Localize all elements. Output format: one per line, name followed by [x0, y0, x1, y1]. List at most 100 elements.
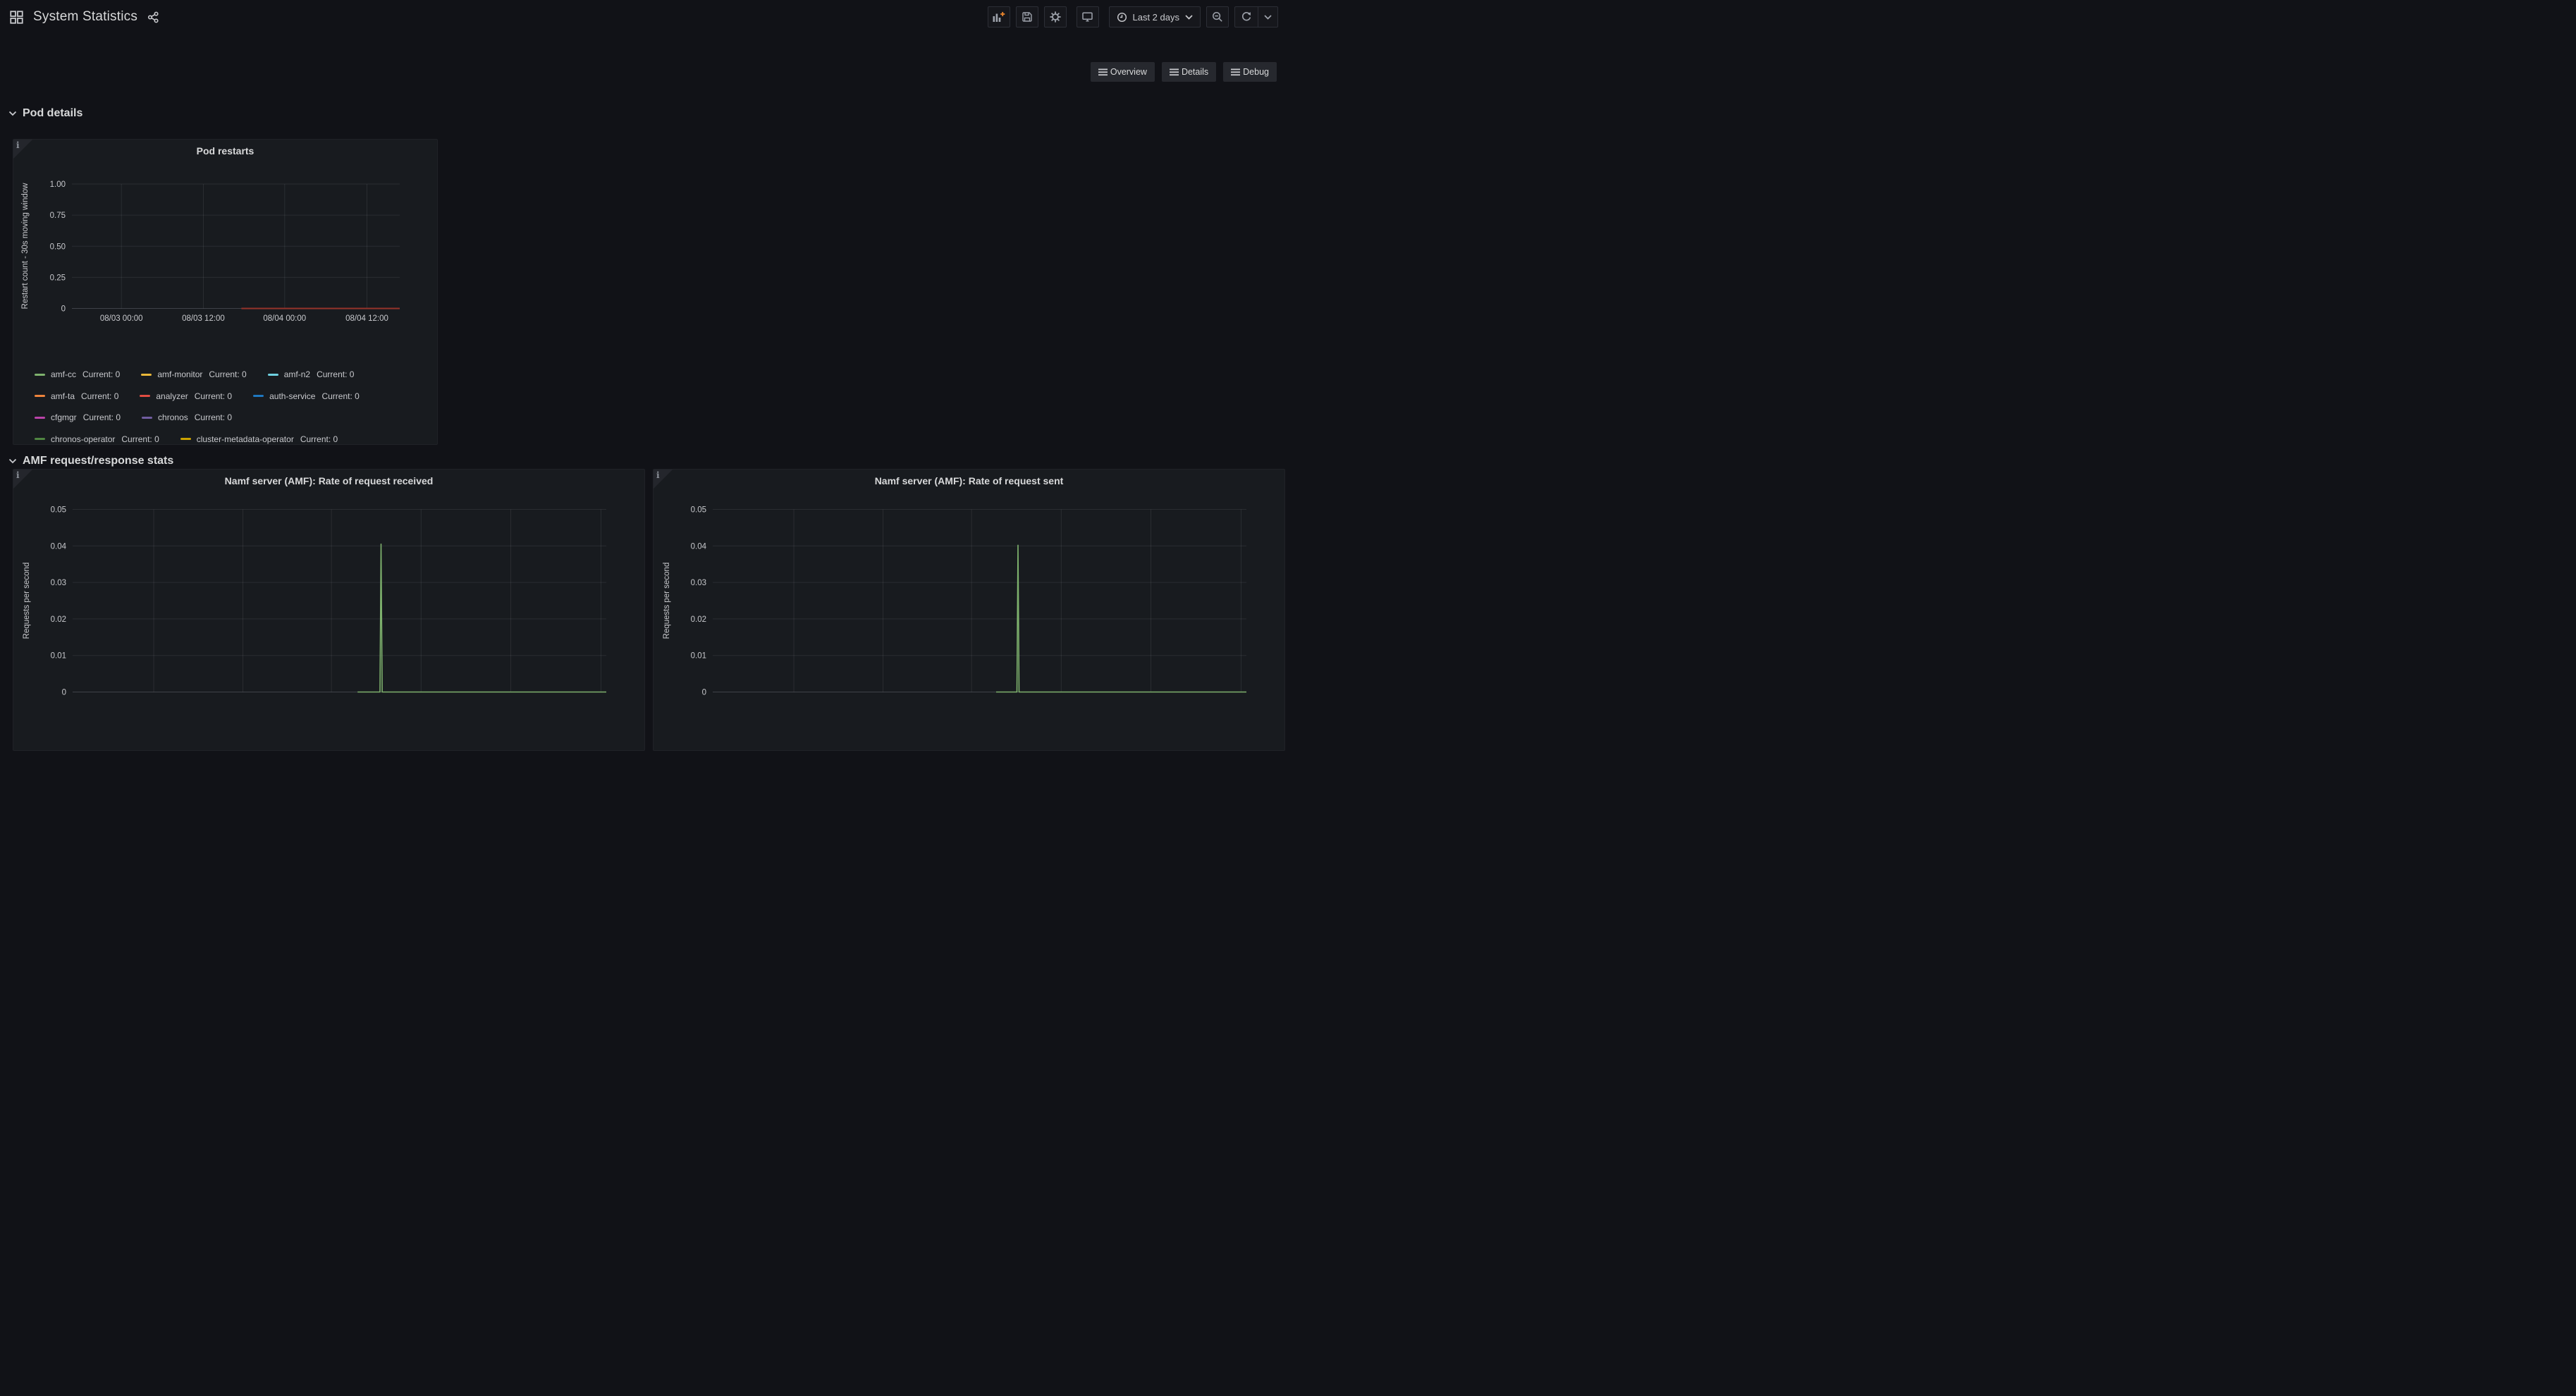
legend-item-auth-service[interactable]: auth-serviceCurrent: 0	[253, 391, 360, 401]
list-icon	[1231, 68, 1240, 76]
legend-series-name: analyzer	[156, 391, 188, 401]
legend-item-chronos[interactable]: chronos Current: 0	[142, 412, 232, 422]
apps-grid-icon[interactable]	[10, 11, 23, 24]
time-range-label: Last 2 days	[1133, 12, 1180, 23]
svg-text:0.04: 0.04	[51, 542, 67, 551]
svg-text:0.02: 0.02	[51, 616, 66, 624]
legend-item-amf-cc[interactable]: amf-cc Current: 0	[35, 369, 120, 379]
panel-pod-restarts: i Pod restarts 08/03 00:0008/03 12:0008/…	[13, 139, 438, 445]
zoom-out-button[interactable]	[1206, 6, 1229, 27]
legend-row: cfgmgrCurrent: 0 chronos Current: 0	[35, 407, 430, 429]
dashboard-settings-button[interactable]	[1044, 6, 1067, 27]
refresh-button[interactable]	[1235, 7, 1258, 27]
legend-item-cfgmgr[interactable]: cfgmgrCurrent: 0	[35, 412, 121, 422]
svg-text:0: 0	[702, 689, 706, 697]
save-dashboard-button[interactable]	[1016, 6, 1038, 27]
chevron-down-icon	[8, 111, 17, 116]
link-button-details[interactable]: Details	[1162, 62, 1216, 82]
legend-current-value: Current: 0	[300, 434, 338, 444]
section-title: AMF request/response stats	[23, 455, 173, 467]
legend-current-value: Current: 0	[209, 369, 246, 379]
legend-current-value: Current: 0	[195, 412, 232, 422]
svg-text:0.01: 0.01	[51, 652, 66, 661]
section-title: Pod details	[23, 107, 82, 120]
legend-item-cluster-metadata-operator[interactable]: cluster-metadata-operator Current: 0	[180, 434, 338, 444]
namf-received-chart[interactable]: 00.010.020.030.040.05Requests per second	[13, 470, 644, 702]
dashboard-links: Overview Details Debug	[1091, 62, 1277, 82]
svg-text:0.03: 0.03	[691, 579, 706, 587]
legend-row: amf-ccCurrent: 0amf-monitorCurrent: 0amf…	[35, 364, 430, 386]
svg-text:0.02: 0.02	[691, 616, 706, 624]
add-panel-icon	[992, 11, 1005, 23]
legend-color-dash	[142, 417, 152, 419]
page-title: System Statistics	[33, 9, 137, 25]
refresh-interval-dropdown[interactable]	[1258, 7, 1277, 27]
clock-icon	[1117, 12, 1127, 23]
save-icon	[1022, 11, 1033, 23]
legend-item-amf-monitor[interactable]: amf-monitor Current: 0	[141, 369, 246, 379]
legend-series-name: amf-cc	[51, 369, 76, 379]
legend-color-dash	[35, 438, 45, 440]
link-button-debug[interactable]: Debug	[1223, 62, 1277, 82]
legend-current-value: Current: 0	[121, 434, 159, 444]
dashboard-header: System Statistics	[0, 0, 1288, 34]
link-button-label: Details	[1182, 67, 1208, 77]
legend-series-name: amf-ta	[51, 391, 75, 401]
refresh-icon	[1241, 11, 1252, 23]
svg-text:0: 0	[62, 689, 66, 697]
svg-text:0.50: 0.50	[50, 243, 66, 251]
zoom-out-icon	[1212, 11, 1223, 23]
svg-text:0.05: 0.05	[691, 506, 706, 515]
legend-current-value: Current: 0	[82, 369, 120, 379]
legend-current-value: Current: 0	[81, 391, 118, 401]
monitor-icon	[1081, 11, 1093, 23]
svg-text:1.00: 1.00	[50, 180, 66, 189]
legend-series-name: chronos-operator	[51, 434, 115, 444]
chevron-down-icon	[1185, 15, 1193, 20]
row-header-pod-details[interactable]: Pod details	[8, 107, 82, 120]
legend-current-value: Current: 0	[195, 391, 232, 401]
pod-restarts-legend: amf-ccCurrent: 0amf-monitorCurrent: 0amf…	[35, 364, 430, 445]
legend-color-dash	[141, 374, 152, 376]
svg-text:0.75: 0.75	[50, 212, 66, 220]
header-toolbar: Last 2 days	[988, 6, 1279, 27]
header-left: System Statistics	[10, 9, 159, 25]
svg-text:Requests per second: Requests per second	[23, 563, 31, 639]
svg-text:0.04: 0.04	[691, 542, 707, 551]
legend-series-name: chronos	[158, 412, 188, 422]
legend-series-name: cluster-metadata-operator	[197, 434, 294, 444]
legend-color-dash	[35, 374, 45, 376]
list-icon	[1098, 68, 1108, 76]
legend-color-dash	[268, 374, 278, 376]
chevron-down-icon	[1264, 15, 1272, 20]
legend-item-analyzer[interactable]: analyzer Current: 0	[140, 391, 232, 401]
grafana-dashboard: { "theme": { "background": "#111217", "p…	[0, 0, 1288, 698]
cycle-view-mode-button[interactable]	[1077, 6, 1099, 27]
add-panel-button[interactable]	[988, 6, 1010, 27]
row-header-amf-stats[interactable]: AMF request/response stats	[8, 455, 173, 467]
link-button-label: Debug	[1243, 67, 1269, 77]
svg-text:0.03: 0.03	[51, 579, 66, 587]
legend-series-name: amf-n2	[284, 369, 310, 379]
svg-text:0: 0	[61, 305, 66, 314]
pod-restarts-chart[interactable]: 08/03 00:0008/03 12:0008/04 00:0008/04 1…	[13, 140, 437, 341]
share-alt-icon[interactable]	[147, 11, 159, 23]
time-range-picker[interactable]: Last 2 days	[1109, 6, 1201, 27]
panel-namf-request-received: i Namf server (AMF): Rate of request rec…	[13, 469, 645, 751]
svg-text:08/04 00:00: 08/04 00:00	[263, 314, 306, 323]
legend-color-dash	[140, 395, 150, 397]
list-icon	[1170, 68, 1179, 76]
legend-series-name: amf-monitor	[157, 369, 202, 379]
legend-current-value: Current: 0	[83, 412, 121, 422]
legend-item-chronos-operator[interactable]: chronos-operator Current: 0	[35, 434, 159, 444]
legend-item-amf-ta[interactable]: amf-ta Current: 0	[35, 391, 118, 401]
svg-text:0.25: 0.25	[50, 274, 66, 282]
namf-sent-chart[interactable]: 00.010.020.030.040.05Requests per second	[654, 470, 1284, 702]
legend-current-value: Current: 0	[321, 391, 359, 401]
legend-color-dash	[35, 395, 45, 397]
legend-row: amf-taCurrent: 0analyzerCurrent: 0auth-s…	[35, 386, 430, 408]
link-button-label: Overview	[1110, 67, 1147, 77]
link-button-overview[interactable]: Overview	[1091, 62, 1155, 82]
legend-item-amf-n2[interactable]: amf-n2Current: 0	[268, 369, 355, 379]
svg-text:08/03 12:00: 08/03 12:00	[182, 314, 225, 323]
